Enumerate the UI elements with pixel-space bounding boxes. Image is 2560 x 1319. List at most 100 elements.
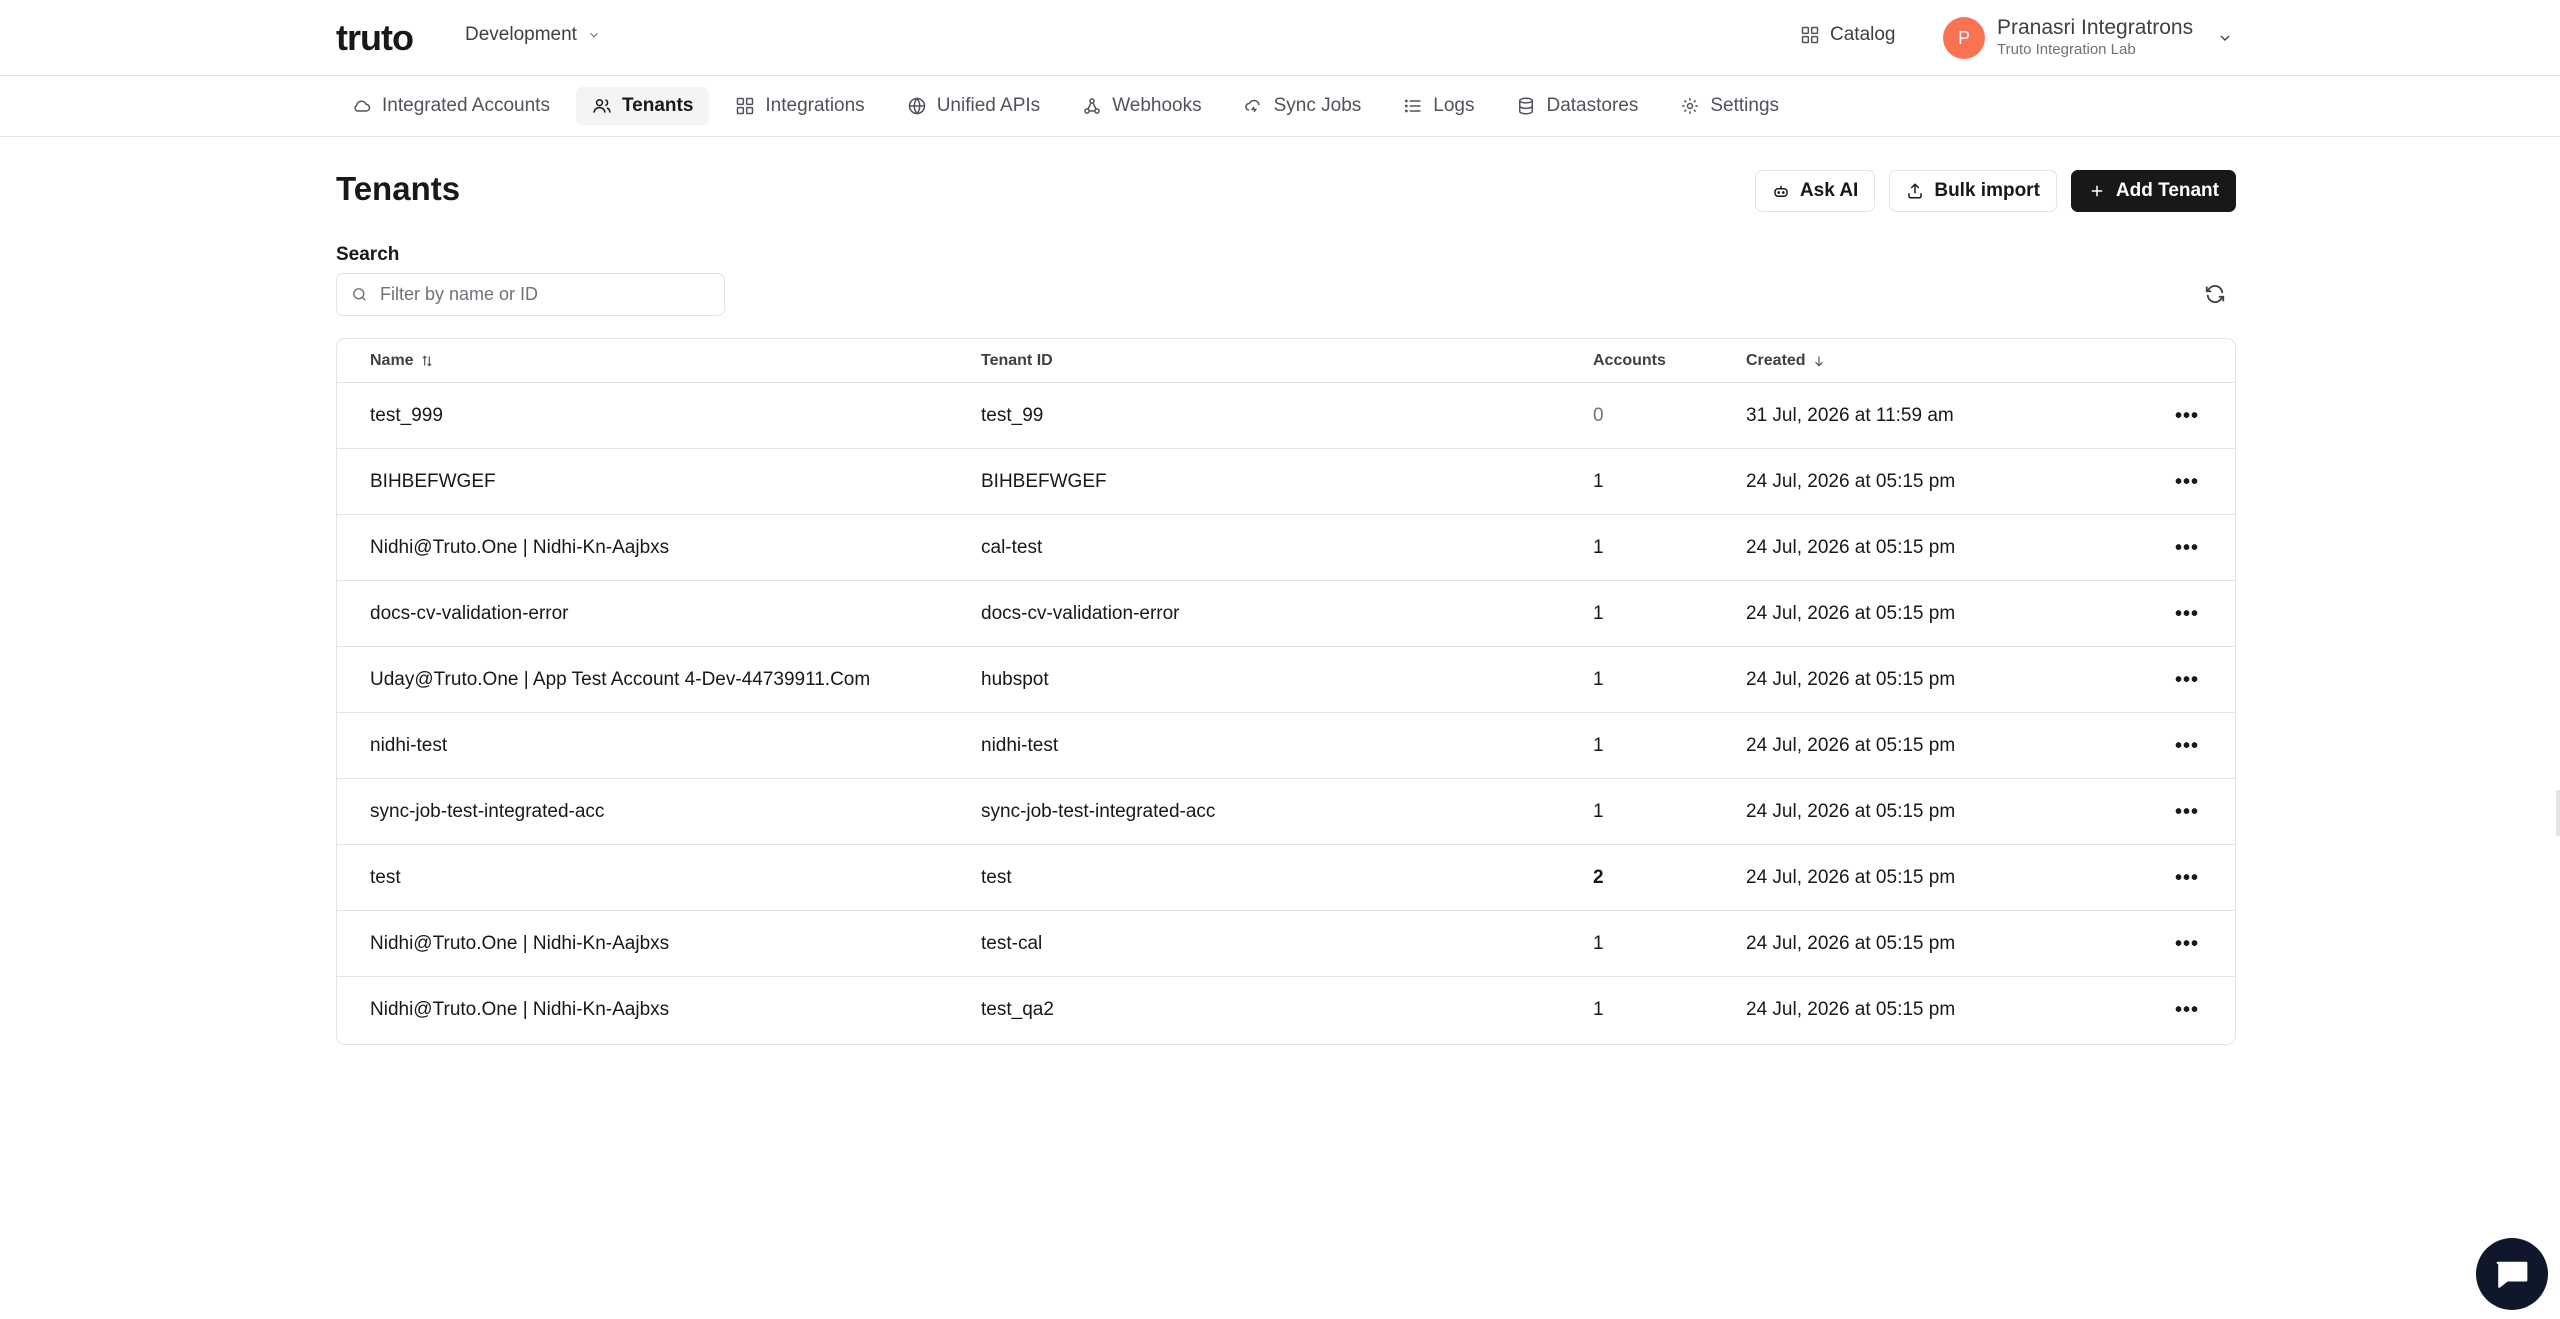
tab-datastores[interactable]: Datastores [1500,87,1654,125]
row-actions-button[interactable]: ••• [2167,713,2207,779]
tenant-id: BIHBEFWGEF [981,471,1107,492]
bulk-import-button[interactable]: Bulk import [1889,170,2057,212]
user-name: Pranasri Integratrons [1997,16,2194,39]
tab-integrations[interactable]: Integrations [719,87,880,125]
database-icon [1519,97,1534,115]
row-actions-button[interactable]: ••• [2167,845,2207,911]
add-tenant-button[interactable]: Add Tenant [2070,170,2236,212]
tab-unified-apis[interactable]: Unified APIs [891,87,1057,125]
row-actions-button[interactable]: ••• [2167,977,2207,1043]
list-icon [1405,99,1421,113]
tab-logs[interactable]: Logs [1387,87,1490,125]
table-row[interactable]: Nidhi@Truto.One | Nidhi-Kn-Aajbxs test-c… [337,911,2235,977]
tenant-name: nidhi-test [370,735,448,756]
catalog-label: Catalog [1830,24,1896,45]
table-row[interactable]: test test 2 24 Jul, 2026 at 05:15 pm ••• [337,845,2235,911]
column-header-created[interactable]: Created [1746,339,1826,383]
table-row[interactable]: Nidhi@Truto.One | Nidhi-Kn-Aajbxs test_q… [337,977,2235,1043]
environment-label: Development [465,24,577,45]
ask-ai-button[interactable]: Ask AI [1754,170,1876,212]
tenant-name: docs-cv-validation-error [370,603,569,624]
more-icon: ••• [2174,536,2199,559]
grid-icon [737,97,754,115]
tenant-name: Uday@Truto.One | App Test Account 4-Dev-… [370,669,871,690]
accounts-count: 1 [1593,999,1604,1020]
tab-tenants[interactable]: Tenants [575,87,710,125]
tab-label: Integrated Accounts [382,95,550,116]
tenant-name: test [370,867,401,888]
table-row[interactable]: nidhi-test nidhi-test 1 24 Jul, 2026 at … [337,713,2235,779]
tenant-id: test-cal [981,933,1043,954]
created-date: 24 Jul, 2026 at 05:15 pm [1746,867,1956,888]
cloud-sync-icon [1244,99,1260,113]
created-date: 24 Jul, 2026 at 05:15 pm [1746,537,1956,558]
tenant-name: Nidhi@Truto.One | Nidhi-Kn-Aajbxs [370,999,670,1020]
row-actions-button[interactable]: ••• [2167,581,2207,647]
accounts-count: 1 [1593,603,1604,624]
more-icon: ••• [2174,470,2199,493]
row-actions-button[interactable]: ••• [2167,779,2207,845]
tab-settings[interactable]: Settings [1664,87,1795,125]
created-date: 24 Jul, 2026 at 05:15 pm [1746,471,1956,492]
table-row[interactable]: BIHBEFWGEF BIHBEFWGEF 1 24 Jul, 2026 at … [337,449,2235,515]
more-icon: ••• [2174,668,2199,691]
chat-icon [2496,1261,2528,1288]
more-icon: ••• [2174,998,2199,1021]
tab-label: Unified APIs [936,95,1041,116]
column-header-name[interactable]: Name [370,339,434,383]
tenant-name: sync-job-test-integrated-acc [370,801,605,822]
tenant-id: test [981,867,1012,888]
row-actions-button[interactable]: ••• [2167,647,2207,713]
truto-logo[interactable]: truto [336,17,414,58]
environment-selector[interactable]: Development [465,24,601,46]
tenant-id: sync-job-test-integrated-acc [981,801,1216,822]
tab-webhooks[interactable]: Webhooks [1066,87,1217,125]
row-actions-button[interactable]: ••• [2167,515,2207,581]
table-row[interactable]: Uday@Truto.One | App Test Account 4-Dev-… [337,647,2235,713]
tab-label: Settings [1710,95,1780,116]
user-menu[interactable]: P Pranasri Integratrons Truto Integratio… [1943,16,2230,60]
page-actions: Ask AI Bulk import Add Tenant [1754,170,2236,212]
user-org: Truto Integration Lab [1997,41,2136,58]
catalog-link[interactable]: Catalog [1800,24,1896,46]
users-icon [593,99,611,113]
row-actions-button[interactable]: ••• [2167,911,2207,977]
accounts-count: 1 [1593,537,1604,558]
column-label: Tenant ID [981,352,1053,369]
tenant-id: nidhi-test [981,735,1059,756]
plus-icon [2091,185,2103,197]
tenant-id: docs-cv-validation-error [981,603,1180,624]
created-date: 24 Jul, 2026 at 05:15 pm [1746,999,1956,1020]
table-row[interactable]: sync-job-test-integrated-acc sync-job-te… [337,779,2235,845]
refresh-button[interactable] [2201,280,2229,308]
table-row[interactable]: docs-cv-validation-error docs-cv-validat… [337,581,2235,647]
page-title: Tenants [336,170,461,207]
chat-widget-button[interactable] [2476,1238,2548,1310]
tenant-name: BIHBEFWGEF [370,471,496,492]
table-row[interactable]: test_999 test_99 0 31 Jul, 2026 at 11:59… [337,383,2235,449]
more-icon: ••• [2174,932,2199,955]
search-input[interactable] [380,284,700,305]
accounts-count: 1 [1593,471,1604,492]
side-edge-tab[interactable] [2556,790,2560,836]
column-header-accounts: Accounts [1593,339,1666,383]
row-actions-button[interactable]: ••• [2167,449,2207,515]
tab-sync-jobs[interactable]: Sync Jobs [1228,87,1378,125]
accounts-count: 1 [1593,801,1604,822]
bot-icon [1774,185,1788,197]
tab-label: Integrations [765,95,865,116]
top-header: truto Development Catalog P Pranasri Int… [0,0,2560,76]
accounts-count: 2 [1593,867,1604,888]
tenant-id: cal-test [981,537,1043,558]
tab-integrated-accounts[interactable]: Integrated Accounts [336,87,566,125]
search-field[interactable] [336,273,725,316]
search-icon [353,288,366,301]
created-date: 24 Jul, 2026 at 05:15 pm [1746,801,1956,822]
ask-ai-label: Ask AI [1799,180,1859,201]
accounts-count: 1 [1593,669,1604,690]
row-actions-button[interactable]: ••• [2167,383,2207,449]
tenant-id: test_99 [981,405,1044,426]
table-row[interactable]: Nidhi@Truto.One | Nidhi-Kn-Aajbxs cal-te… [337,515,2235,581]
cloud-icon [354,100,371,112]
gear-icon [1682,98,1699,114]
